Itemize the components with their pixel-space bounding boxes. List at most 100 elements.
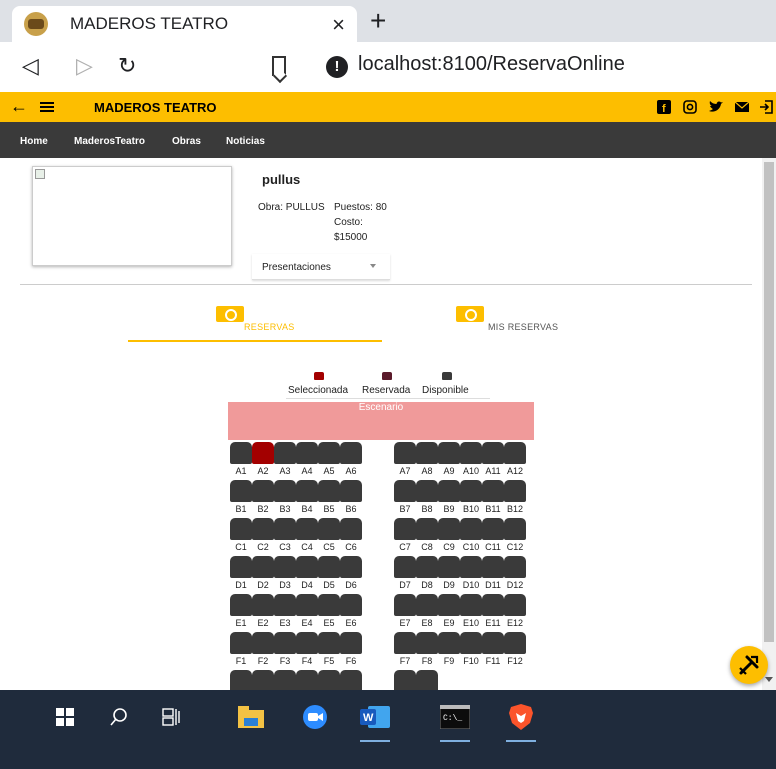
scroll-down-arrow-icon[interactable] bbox=[765, 677, 773, 682]
seat-a11[interactable] bbox=[482, 442, 504, 464]
seat-c10[interactable] bbox=[460, 518, 482, 540]
forward-icon[interactable]: ▷ bbox=[76, 52, 93, 80]
seat-c8[interactable] bbox=[416, 518, 438, 540]
seat-c4[interactable] bbox=[296, 518, 318, 540]
seat-e4[interactable] bbox=[296, 594, 318, 616]
nav-home[interactable]: Home bbox=[20, 136, 48, 147]
file-explorer-icon[interactable] bbox=[236, 702, 266, 732]
seat-g8[interactable] bbox=[416, 670, 438, 690]
seat-c2[interactable] bbox=[252, 518, 274, 540]
instagram-icon[interactable] bbox=[682, 99, 698, 115]
seat-a6[interactable] bbox=[340, 442, 362, 464]
seat-b8[interactable] bbox=[416, 480, 438, 502]
bookmark-icon[interactable] bbox=[272, 56, 286, 76]
seat-e5[interactable] bbox=[318, 594, 340, 616]
seat-d4[interactable] bbox=[296, 556, 318, 578]
seat-e10[interactable] bbox=[460, 594, 482, 616]
seat-b4[interactable] bbox=[296, 480, 318, 502]
reload-icon[interactable]: ↻ bbox=[118, 52, 136, 80]
menu-icon[interactable] bbox=[40, 102, 54, 112]
seat-b7[interactable] bbox=[394, 480, 416, 502]
presentaciones-select[interactable]: Presentaciones bbox=[252, 254, 390, 280]
seat-e11[interactable] bbox=[482, 594, 504, 616]
segment-reservas[interactable]: RESERVAS bbox=[128, 304, 382, 342]
seat-b5[interactable] bbox=[318, 480, 340, 502]
seat-b6[interactable] bbox=[340, 480, 362, 502]
seat-c12[interactable] bbox=[504, 518, 526, 540]
seat-g2[interactable] bbox=[252, 670, 274, 690]
seat-f7[interactable] bbox=[394, 632, 416, 654]
word-icon[interactable]: W bbox=[360, 702, 390, 742]
tab-close-icon[interactable]: × bbox=[332, 12, 345, 38]
seat-f3[interactable] bbox=[274, 632, 296, 654]
seat-e7[interactable] bbox=[394, 594, 416, 616]
seat-b12[interactable] bbox=[504, 480, 526, 502]
nav-noticias[interactable]: Noticias bbox=[226, 136, 265, 147]
seat-a3[interactable] bbox=[274, 442, 296, 464]
seat-c7[interactable] bbox=[394, 518, 416, 540]
seat-f11[interactable] bbox=[482, 632, 504, 654]
browser-tab[interactable]: MADEROS TEATRO × bbox=[12, 6, 357, 42]
seat-g3[interactable] bbox=[274, 670, 296, 690]
page-scrollbar[interactable] bbox=[762, 158, 776, 690]
facebook-icon[interactable]: f bbox=[656, 99, 672, 115]
scrollbar-thumb[interactable] bbox=[764, 162, 774, 642]
seat-e6[interactable] bbox=[340, 594, 362, 616]
seat-f10[interactable] bbox=[460, 632, 482, 654]
seat-a12[interactable] bbox=[504, 442, 526, 464]
seat-b1[interactable] bbox=[230, 480, 252, 502]
seat-d5[interactable] bbox=[318, 556, 340, 578]
nav-obras[interactable]: Obras bbox=[172, 136, 201, 147]
terminal-icon[interactable]: C:\_ bbox=[440, 702, 470, 742]
seat-e1[interactable] bbox=[230, 594, 252, 616]
seat-c1[interactable] bbox=[230, 518, 252, 540]
seat-b10[interactable] bbox=[460, 480, 482, 502]
seat-e9[interactable] bbox=[438, 594, 460, 616]
seat-c5[interactable] bbox=[318, 518, 340, 540]
seat-a1[interactable] bbox=[230, 442, 252, 464]
seat-f12[interactable] bbox=[504, 632, 526, 654]
seat-a7[interactable] bbox=[394, 442, 416, 464]
seat-b9[interactable] bbox=[438, 480, 460, 502]
seat-b11[interactable] bbox=[482, 480, 504, 502]
seat-a9[interactable] bbox=[438, 442, 460, 464]
seat-f8[interactable] bbox=[416, 632, 438, 654]
seat-a5[interactable] bbox=[318, 442, 340, 464]
back-arrow-icon[interactable]: ← bbox=[10, 96, 28, 117]
tools-fab-button[interactable] bbox=[730, 646, 768, 684]
seat-d2[interactable] bbox=[252, 556, 274, 578]
seat-f6[interactable] bbox=[340, 632, 362, 654]
seat-d11[interactable] bbox=[482, 556, 504, 578]
seat-c11[interactable] bbox=[482, 518, 504, 540]
seat-d6[interactable] bbox=[340, 556, 362, 578]
seat-d12[interactable] bbox=[504, 556, 526, 578]
logout-icon[interactable] bbox=[758, 99, 774, 115]
seat-g4[interactable] bbox=[296, 670, 318, 690]
seat-c3[interactable] bbox=[274, 518, 296, 540]
seat-f4[interactable] bbox=[296, 632, 318, 654]
seat-d9[interactable] bbox=[438, 556, 460, 578]
back-icon[interactable]: ◁ bbox=[22, 52, 39, 80]
site-info-icon[interactable]: ! bbox=[326, 56, 348, 78]
seat-g1[interactable] bbox=[230, 670, 252, 690]
seat-a8[interactable] bbox=[416, 442, 438, 464]
seat-g6[interactable] bbox=[340, 670, 362, 690]
brave-icon[interactable] bbox=[506, 702, 536, 742]
segment-mis-reservas[interactable]: MIS RESERVAS bbox=[400, 304, 650, 342]
nav-maderosteatro[interactable]: MaderosTeatro bbox=[74, 136, 145, 147]
seat-d3[interactable] bbox=[274, 556, 296, 578]
task-view-icon[interactable] bbox=[156, 702, 186, 732]
seat-f2[interactable] bbox=[252, 632, 274, 654]
seat-g5[interactable] bbox=[318, 670, 340, 690]
seat-g7[interactable] bbox=[394, 670, 416, 690]
zoom-icon[interactable] bbox=[300, 702, 330, 732]
seat-f9[interactable] bbox=[438, 632, 460, 654]
seat-a2[interactable] bbox=[252, 442, 274, 464]
seat-d8[interactable] bbox=[416, 556, 438, 578]
seat-b3[interactable] bbox=[274, 480, 296, 502]
seat-f1[interactable] bbox=[230, 632, 252, 654]
seat-e8[interactable] bbox=[416, 594, 438, 616]
seat-f5[interactable] bbox=[318, 632, 340, 654]
seat-a4[interactable] bbox=[296, 442, 318, 464]
seat-c6[interactable] bbox=[340, 518, 362, 540]
